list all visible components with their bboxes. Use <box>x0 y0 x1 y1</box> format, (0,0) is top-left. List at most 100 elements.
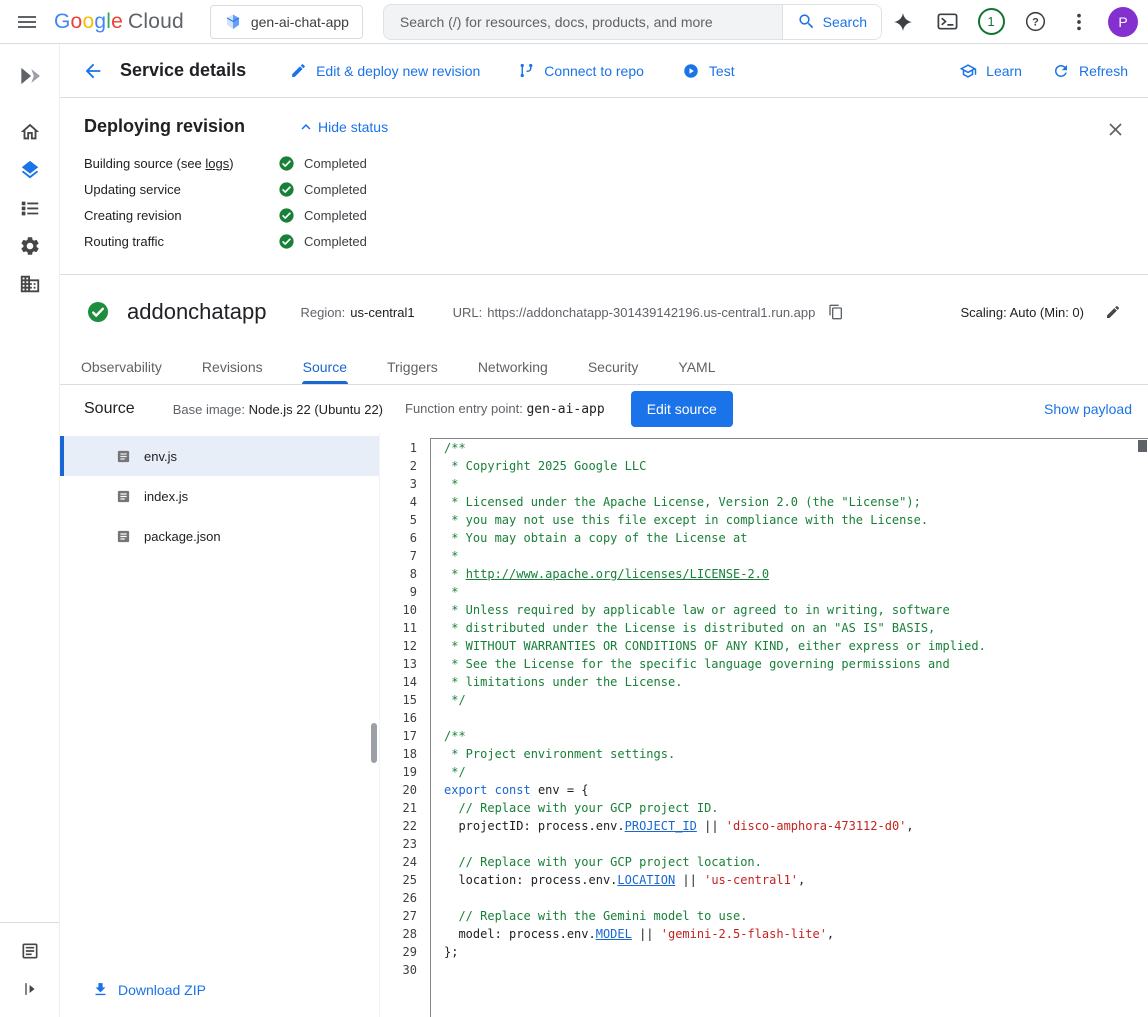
close-panel-button[interactable] <box>1096 110 1134 148</box>
code-line: 19 */ <box>380 763 1148 781</box>
page-title: Service details <box>120 60 246 81</box>
google-logo-letter: g <box>94 10 106 34</box>
show-payload-button[interactable]: Show payload <box>1044 401 1132 417</box>
line-content: * you may not use this file except in co… <box>430 511 928 529</box>
tab-networking[interactable]: Networking <box>458 349 568 384</box>
hide-status-label: Hide status <box>318 119 388 135</box>
connect-repo-button[interactable]: Connect to repo <box>518 62 644 79</box>
search-icon <box>797 12 816 31</box>
google-logo-word: Google <box>54 10 123 34</box>
help-button[interactable]: ? <box>1016 3 1054 41</box>
code-line: 9 * <box>380 583 1148 601</box>
service-scaling: Scaling: Auto (Min: 0) <box>960 297 1128 327</box>
back-arrow-icon <box>82 60 104 82</box>
code-lines: 1/**2 * Copyright 2025 Google LLC3 *4 * … <box>380 438 1148 979</box>
svg-text:?: ? <box>1032 17 1039 29</box>
deploy-panel-title: Deploying revision <box>84 116 245 137</box>
line-number: 8 <box>380 565 430 583</box>
file-item-index-js[interactable]: index.js <box>60 476 379 516</box>
file-tree-panel: env.js index.js package.json Download ZI… <box>60 433 380 1017</box>
scaling-text: Scaling: Auto (Min: 0) <box>960 305 1084 320</box>
google-logo-letter: e <box>111 10 123 34</box>
editor-scrollbar-thumb[interactable] <box>1138 440 1147 452</box>
line-number: 26 <box>380 889 430 907</box>
service-region: Region: us-central1 <box>300 305 414 320</box>
step-status: Completed <box>278 233 367 250</box>
service-header: addonchatapp Region: us-central1 URL: ht… <box>60 275 1148 349</box>
line-content: * http://www.apache.org/licenses/LICENSE… <box>430 565 769 583</box>
pencil-icon <box>290 62 307 79</box>
code-line: 10 * Unless required by applicable law o… <box>380 601 1148 619</box>
line-content: */ <box>430 763 466 781</box>
code-editor[interactable]: 1/**2 * Copyright 2025 Google LLC3 *4 * … <box>380 433 1148 1017</box>
source-body: env.js index.js package.json Download ZI… <box>60 433 1148 1017</box>
file-icon <box>116 449 131 464</box>
hide-status-button[interactable]: Hide status <box>297 118 388 136</box>
copy-url-button[interactable] <box>821 297 851 327</box>
nav-collapse-toggle[interactable] <box>9 971 51 1007</box>
edit-deploy-label: Edit & deploy new revision <box>316 63 480 79</box>
file-item-env-js[interactable]: env.js <box>60 436 379 476</box>
google-cloud-logo: Google Cloud <box>54 10 184 34</box>
file-panel-scrollbar-thumb[interactable] <box>371 723 377 763</box>
code-line: 16 <box>380 709 1148 727</box>
entry-point-label: Function entry point: <box>405 401 523 416</box>
tab-source[interactable]: Source <box>283 349 367 384</box>
service-tabs: Observability Revisions Source Triggers … <box>60 349 1148 385</box>
code-line: 1/** <box>380 439 1148 457</box>
service-toolbar: Service details Edit & deploy new revisi… <box>60 44 1148 98</box>
nav-item-services[interactable] <box>9 152 51 188</box>
line-number: 27 <box>380 907 430 925</box>
project-selector[interactable]: gen-ai-chat-app <box>210 5 363 39</box>
nav-item-domains[interactable] <box>9 266 51 302</box>
nav-item-release-notes[interactable] <box>9 933 51 969</box>
url-label: URL: <box>453 305 483 320</box>
learn-button[interactable]: Learn <box>959 62 1022 80</box>
line-number: 10 <box>380 601 430 619</box>
line-content <box>430 835 444 853</box>
step-status: Completed <box>278 155 367 172</box>
logs-link[interactable]: logs <box>205 156 229 171</box>
code-line: 25 location: process.env.LOCATION || 'us… <box>380 871 1148 889</box>
account-avatar[interactable]: P <box>1108 7 1138 37</box>
file-name: package.json <box>144 529 221 544</box>
code-line: 5 * you may not use this file except in … <box>380 511 1148 529</box>
cloud-shell-button[interactable] <box>928 3 966 41</box>
edit-source-button[interactable]: Edit source <box>631 391 733 427</box>
nav-item-jobs[interactable] <box>9 190 51 226</box>
gemini-button[interactable] <box>884 3 922 41</box>
file-item-package-json[interactable]: package.json <box>60 516 379 556</box>
tab-observability[interactable]: Observability <box>61 349 182 384</box>
nav-item-home[interactable] <box>9 114 51 150</box>
tab-yaml[interactable]: YAML <box>658 349 735 384</box>
refresh-button[interactable]: Refresh <box>1052 62 1128 80</box>
tab-triggers[interactable]: Triggers <box>367 349 458 384</box>
line-number: 16 <box>380 709 430 727</box>
service-name: addonchatapp <box>127 299 266 325</box>
line-content: }; <box>430 943 458 961</box>
line-number: 1 <box>380 439 430 457</box>
chevron-up-icon <box>297 118 315 136</box>
back-button[interactable] <box>74 52 112 90</box>
search-input[interactable] <box>384 5 782 39</box>
edit-deploy-button[interactable]: Edit & deploy new revision <box>290 62 480 79</box>
more-options-button[interactable] <box>1060 3 1098 41</box>
base-image: Base image: Node.js 22 (Ubuntu 22) <box>173 402 383 417</box>
line-number: 29 <box>380 943 430 961</box>
search-button[interactable]: Search <box>782 5 881 39</box>
line-number: 30 <box>380 961 430 979</box>
nav-item-integrations[interactable] <box>9 228 51 264</box>
edit-scaling-button[interactable] <box>1098 297 1128 327</box>
main-menu-button[interactable] <box>8 3 46 41</box>
topbar-actions: 1 ? P <box>884 3 1138 41</box>
nav-rail-bottom <box>0 922 59 1017</box>
line-content <box>430 889 444 907</box>
tab-revisions[interactable]: Revisions <box>182 349 283 384</box>
download-zip-button[interactable]: Download ZIP <box>92 981 206 998</box>
refresh-label: Refresh <box>1079 63 1128 79</box>
collapse-nav-icon <box>20 979 40 999</box>
step-label: Updating service <box>84 182 278 197</box>
tab-security[interactable]: Security <box>568 349 659 384</box>
free-trial-status-button[interactable]: 1 <box>972 3 1010 41</box>
test-button[interactable]: Test <box>682 62 735 80</box>
